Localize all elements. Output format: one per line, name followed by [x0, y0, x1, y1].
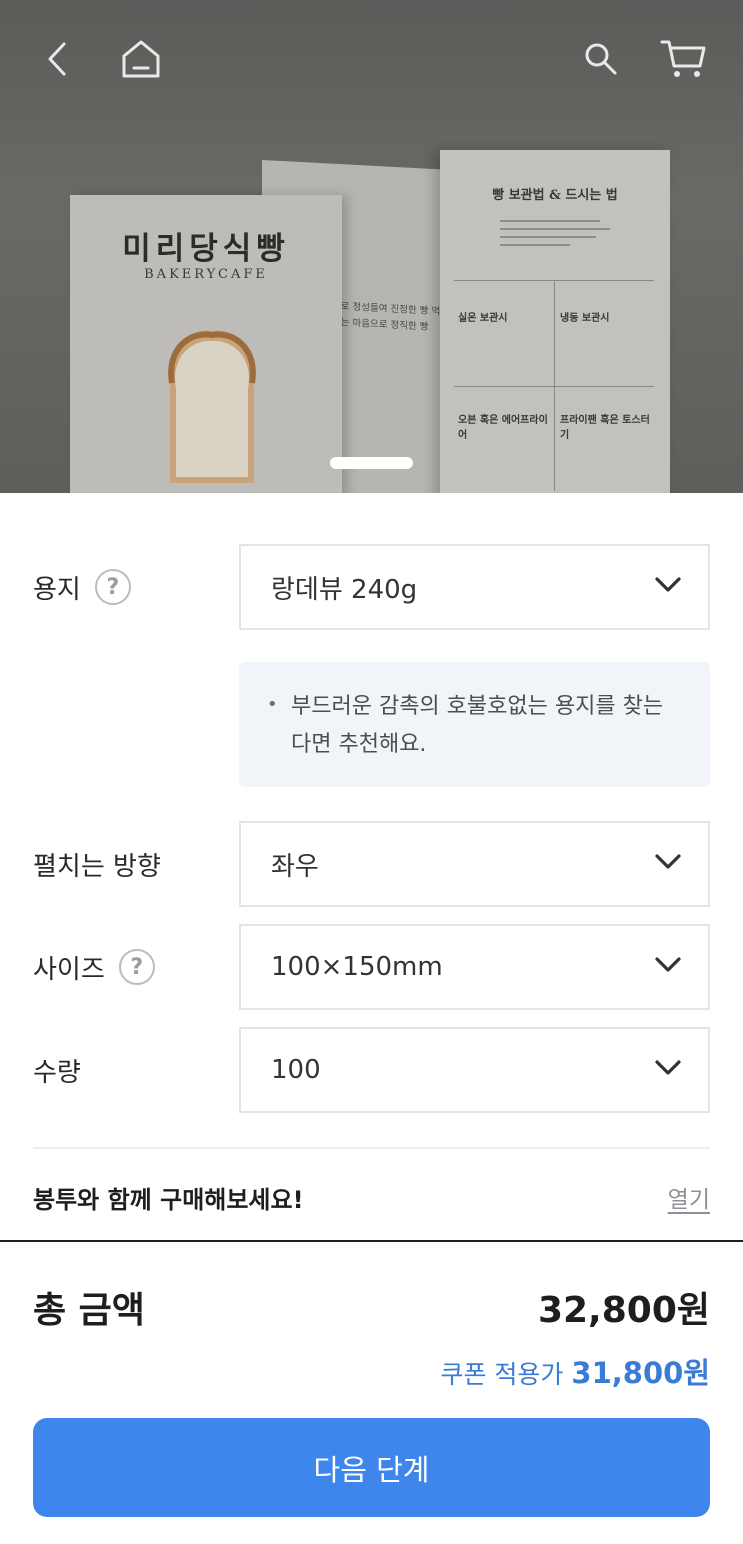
panel-label-room: 실온 보관시 [458, 313, 508, 324]
size-select-value: 100×150mm [271, 952, 443, 982]
leaflet-cover-title: 미리당식빵 [122, 231, 290, 267]
cart-button[interactable] [658, 34, 708, 84]
coupon-label: 쿠폰 적용가 [440, 1360, 564, 1389]
paper-select[interactable]: 랑데뷰 240g [239, 544, 710, 630]
leaflet-right-title: 빵 보관법 & 드시는 법 [492, 188, 618, 203]
bullet-dot: • [267, 694, 278, 715]
coupon-price: 31,800원 [571, 1356, 710, 1390]
quantity-label-text: 수량 [33, 1057, 81, 1088]
panel-label-pan: 프라이팬 혹은 토스터기 [560, 415, 650, 441]
chevron-left-icon [48, 42, 66, 76]
chevron-down-icon [655, 577, 681, 592]
total-price: 32,800원 [537, 1290, 710, 1331]
chevron-down-icon [655, 957, 681, 972]
size-label-text: 사이즈 [33, 954, 105, 985]
panel-label-freezer: 냉동 보관시 [560, 313, 610, 324]
product-options-page: 토로 정성들여 진정한 빵 먹는다는 마음으로 정직한 빵 미리당식빵 BAKE… [0, 0, 743, 1544]
fold-select-value: 좌우 [271, 851, 319, 882]
bread-illustration [168, 330, 256, 483]
quantity-select-value: 100 [271, 1055, 321, 1085]
fold-label-text: 펼치는 방향 [33, 851, 161, 882]
summary-divider [0, 1240, 743, 1242]
quantity-option-row: 수량 100 [33, 1027, 710, 1113]
panel-label-oven: 오븐 혹은 에어프라이어 [458, 415, 548, 441]
leaflet-body-text [500, 220, 610, 252]
leaflet-cover-subtitle: BAKERYCAFE [144, 267, 268, 282]
paper-info-text: 부드러운 감촉의 호불호없는 용지를 찾는다면 추천해요. [291, 694, 664, 757]
home-icon [122, 40, 160, 78]
paper-select-value: 랑데뷰 240g [271, 574, 418, 605]
chevron-down-icon [655, 1060, 681, 1075]
section-divider [33, 1147, 710, 1149]
size-label: 사이즈 ? [33, 924, 155, 1010]
carousel-indicator[interactable] [330, 457, 413, 469]
help-icon[interactable]: ? [118, 949, 155, 985]
quantity-select[interactable]: 100 [239, 1027, 710, 1113]
help-icon[interactable]: ? [94, 569, 131, 605]
chevron-down-icon [655, 854, 681, 869]
quantity-label: 수량 [33, 1027, 81, 1113]
back-button[interactable] [32, 34, 82, 84]
home-button[interactable] [116, 34, 166, 84]
paper-option-row: 용지 ? 랑데뷰 240g [33, 544, 710, 630]
next-step-button[interactable]: 다음 단계 [33, 1418, 710, 1517]
fold-select[interactable]: 좌우 [239, 821, 710, 907]
leaflet-storage-grid: 실온 보관시 냉동 보관시 오븐 혹은 에어프라이어 프라이팬 혹은 토스터기 [454, 280, 654, 491]
search-button[interactable] [576, 34, 626, 84]
envelope-title: 봉투와 함께 구매해보세요! [33, 1186, 304, 1214]
cart-icon [660, 40, 706, 77]
leaflet-middle-text: 토로 정성들여 진정한 빵 먹는다는 마음으로 정직한 빵 [332, 300, 449, 333]
paper-label-text: 용지 [33, 574, 81, 605]
leaflet-cover-panel: 미리당식빵 BAKERYCAFE [70, 195, 342, 493]
product-image-carousel[interactable]: 토로 정성들여 진정한 빵 먹는다는 마음으로 정직한 빵 미리당식빵 BAKE… [0, 0, 743, 493]
total-label: 총 금액 [33, 1290, 145, 1331]
envelope-upsell-row: 봉투와 함께 구매해보세요! 열기 [33, 1170, 710, 1226]
size-select[interactable]: 100×150mm [239, 924, 710, 1010]
paper-info-box: • 부드러운 감촉의 호불호없는 용지를 찾는다면 추천해요. [239, 662, 710, 787]
coupon-price-line: 쿠폰 적용가 31,800원 [440, 1350, 710, 1392]
leaflet-right-panel: 빵 보관법 & 드시는 법 실온 보관시 냉동 보관시 오븐 혹은 에어프라이어… [440, 150, 670, 493]
size-option-row: 사이즈 ? 100×150mm [33, 924, 710, 1010]
fold-label: 펼치는 방향 [33, 821, 161, 907]
paper-label: 용지 ? [33, 544, 131, 630]
envelope-open-link[interactable]: 열기 [668, 1180, 710, 1214]
search-icon [585, 43, 617, 75]
fold-option-row: 펼치는 방향 좌우 [33, 821, 710, 907]
